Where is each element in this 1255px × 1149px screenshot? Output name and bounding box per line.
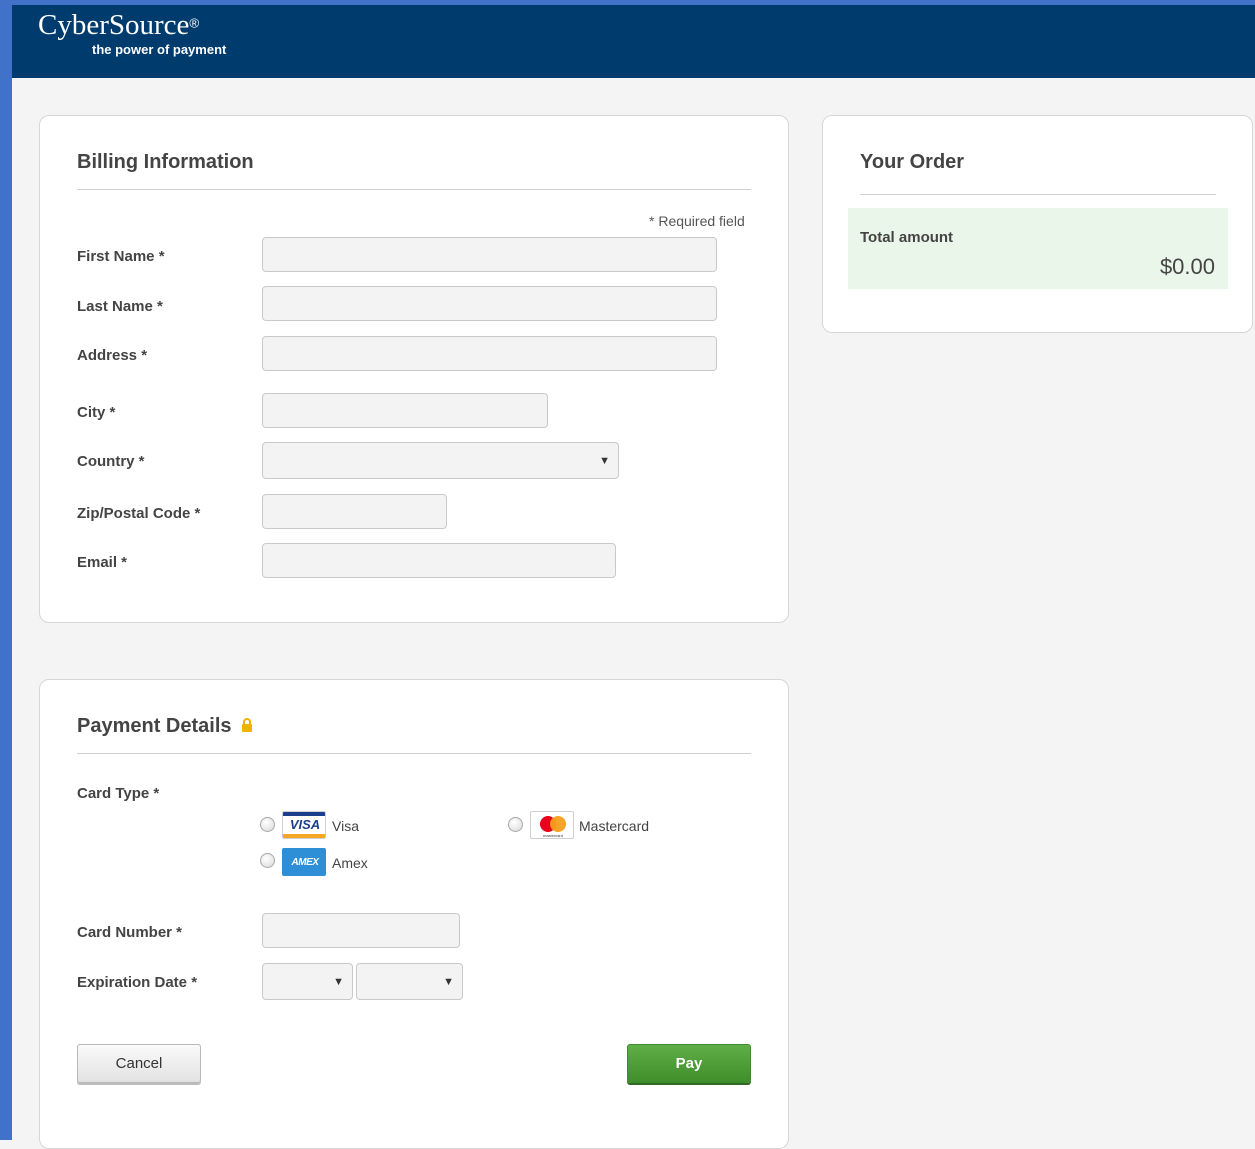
visa-logo-bottom-band	[283, 834, 325, 838]
country-label: Country *	[77, 453, 145, 470]
pay-button[interactable]: Pay	[627, 1044, 751, 1083]
chevron-down-icon: ▼	[333, 975, 344, 988]
mastercard-logo-icon: mastercard	[530, 811, 574, 839]
card-number-input[interactable]	[262, 913, 460, 948]
billing-title: Billing Information	[77, 151, 254, 173]
first-name-input[interactable]	[262, 237, 717, 272]
total-amount-label: Total amount	[860, 229, 954, 246]
site-header: CyberSource® the power of payment	[12, 5, 1255, 78]
chevron-down-icon: ▼	[443, 975, 454, 988]
last-name-label: Last Name *	[77, 298, 163, 315]
card-number-label: Card Number *	[77, 924, 183, 941]
card-type-label: Card Type *	[77, 785, 160, 802]
mastercard-label: Mastercard	[579, 818, 650, 834]
payment-title-text: Payment Details	[77, 715, 232, 737]
expiration-month-select[interactable]: ▼	[262, 963, 353, 1000]
cancel-button[interactable]: Cancel	[77, 1044, 201, 1083]
address-label: Address *	[77, 347, 148, 364]
payment-divider	[77, 753, 751, 754]
visa-radio[interactable]	[260, 817, 275, 832]
zip-input[interactable]	[262, 494, 447, 529]
visa-label: Visa	[332, 818, 359, 834]
expiration-year-select[interactable]: ▼	[356, 963, 463, 1000]
brand-tagline: the power of payment	[92, 42, 227, 57]
amex-logo-icon: AMEX	[282, 848, 326, 876]
mastercard-radio[interactable]	[508, 817, 523, 832]
last-name-input[interactable]	[262, 286, 717, 321]
total-amount-box: Total amount $0.00	[848, 208, 1228, 289]
email-label: Email *	[77, 554, 128, 571]
visa-logo-icon: VISA	[282, 811, 326, 839]
zip-label: Zip/Postal Code *	[77, 505, 201, 522]
city-label: City *	[77, 404, 116, 421]
visa-logo-top-band	[283, 812, 325, 816]
order-divider	[860, 194, 1216, 195]
lock-icon	[241, 715, 253, 732]
total-amount-value: $0.00	[1159, 254, 1215, 279]
required-field-note: * Required field	[649, 213, 745, 229]
address-input[interactable]	[262, 336, 717, 371]
mastercard-logo-text: mastercard	[542, 833, 563, 838]
first-name-label: First Name *	[77, 248, 165, 265]
order-title: Your Order	[860, 151, 965, 173]
city-input[interactable]	[262, 393, 548, 428]
amex-logo-text: AMEX	[291, 857, 319, 868]
registered-mark: ®	[189, 15, 200, 31]
expiration-date-label: Expiration Date *	[77, 974, 198, 991]
email-input[interactable]	[262, 543, 616, 578]
chevron-down-icon: ▼	[599, 454, 610, 467]
billing-divider	[77, 189, 751, 190]
amex-label: Amex	[332, 855, 368, 871]
amex-radio[interactable]	[260, 853, 275, 868]
payment-title: Payment Details	[77, 715, 253, 738]
brand-name: CyberSource	[38, 9, 190, 41]
brand-logo: CyberSource® the power of payment	[38, 9, 226, 57]
window-left-edge	[0, 0, 12, 1140]
country-select[interactable]: ▼	[262, 442, 619, 479]
visa-logo-text: VISA	[289, 817, 321, 832]
